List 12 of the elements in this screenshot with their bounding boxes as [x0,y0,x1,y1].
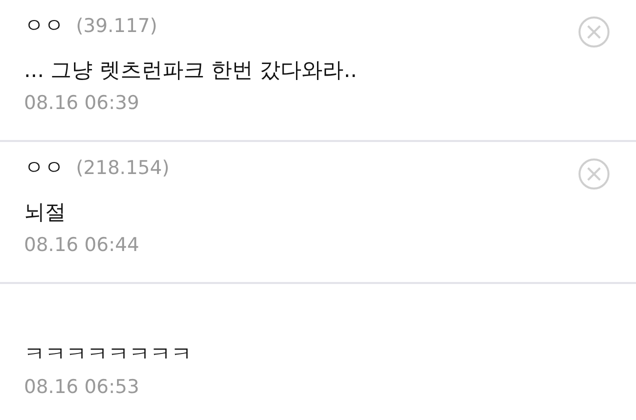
comment-time: 08.16 06:53 [24,376,140,398]
author-ip: (39.117) [76,15,158,37]
author-name: ㅇㅇ [24,12,64,39]
author-ip: (218.154) [76,157,170,179]
comment-text: ... 그냥 렛츠런파크 한번 갔다와라.. [24,57,358,84]
comment-time: 08.16 06:39 [24,92,140,114]
comment-text: 뇌절 [24,199,67,226]
delete-icon[interactable] [578,158,610,190]
comment-text: ㅋㅋㅋㅋㅋㅋㅋㅋ [24,341,193,368]
comment-time: 08.16 06:44 [24,234,140,256]
delete-icon[interactable] [578,16,610,48]
author-name: ㅇㅇ [24,154,64,181]
